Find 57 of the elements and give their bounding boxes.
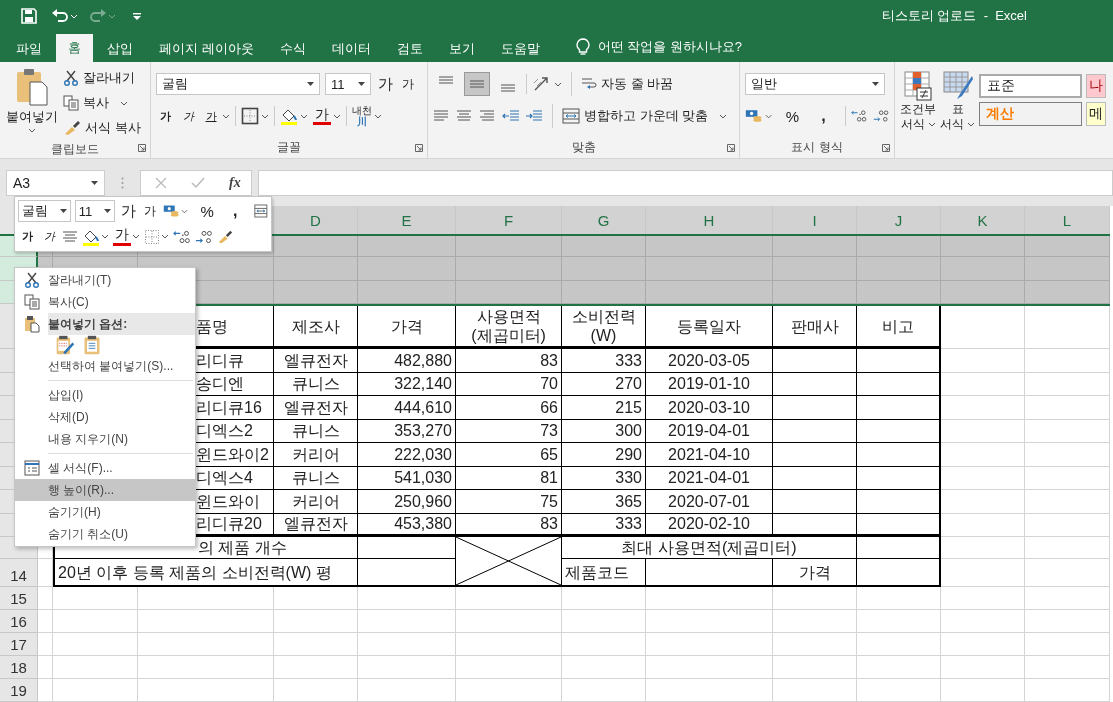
table-cell: 큐니스	[274, 372, 358, 396]
table-cell: 커리어	[274, 490, 358, 514]
group-label: 클립보드	[51, 140, 99, 158]
table-cell: 75	[456, 490, 562, 514]
table-cell: 330	[562, 466, 646, 490]
table-cell: 322,140	[358, 372, 456, 396]
table-cell: 2021-04-01	[646, 466, 773, 490]
table-cell: 73	[456, 419, 562, 443]
header-cell: 사용면적 (제곱미터)	[456, 304, 562, 349]
table-cell: 333	[562, 349, 646, 373]
table-cell: 250,960	[358, 490, 456, 514]
table-cell: 453,380	[358, 513, 456, 537]
table-cell: 81	[456, 466, 562, 490]
table-cell: 290	[562, 443, 646, 467]
table-cell: 2020-02-10	[646, 513, 773, 537]
table-cell: 300	[562, 419, 646, 443]
table-cell: 215	[562, 396, 646, 420]
table-cell: 가격	[773, 559, 857, 587]
table-cell: 365	[562, 490, 646, 514]
table-cell: 66	[456, 396, 562, 420]
table-cell: 20년 이후 등록 제품의 소비전력(W) 평	[53, 559, 358, 587]
table-cell: 2019-01-10	[646, 372, 773, 396]
table-cell: 83	[456, 513, 562, 537]
table-cell: 큐니스	[274, 419, 358, 443]
group-label: 글꼴	[277, 138, 301, 156]
table-cell: 최대 사용면적(제곱미터)	[562, 537, 857, 559]
table-cell: 70	[456, 372, 562, 396]
header-cell: 가격	[358, 304, 456, 349]
header-cell: 비고	[857, 304, 941, 349]
table-cell: 2020-03-10	[646, 396, 773, 420]
table-cell: 444,610	[358, 396, 456, 420]
table-cell: 482,880	[358, 349, 456, 373]
table-cell: 83	[456, 349, 562, 373]
group-label: 표시 형식	[791, 138, 843, 156]
table-cell: 큐니스	[274, 466, 358, 490]
table-cell: 2020-07-01	[646, 490, 773, 514]
table-cell: 541,030	[358, 466, 456, 490]
table-cell: 엘큐전자	[274, 513, 358, 537]
table-cell: 222,030	[358, 443, 456, 467]
header-cell: 제조사	[274, 304, 358, 349]
table-cell: 353,270	[358, 419, 456, 443]
group-label: 맞춤	[571, 138, 596, 156]
table-cell: 엘큐전자	[274, 349, 358, 373]
table-cell: 엘큐전자	[274, 396, 358, 420]
header-cell: 소비전력 (W)	[562, 304, 646, 349]
header-cell: 등록일자	[646, 304, 773, 349]
table-cell: 333	[562, 513, 646, 537]
table-cell: 제품코드	[562, 559, 646, 587]
table-cell: 2020-03-05	[646, 349, 773, 373]
table-cell: 270	[562, 372, 646, 396]
window-title: 티스토리 업로드 - Excel	[881, 7, 1027, 25]
header-cell: 판매사	[773, 304, 857, 349]
menu-section-header: 붙여넣기 옵션:	[48, 313, 195, 335]
table-cell: 2019-04-01	[646, 419, 773, 443]
table-cell: 65	[456, 443, 562, 467]
table-cell: 2021-04-10	[646, 443, 773, 467]
table-cell: 커리어	[274, 443, 358, 467]
